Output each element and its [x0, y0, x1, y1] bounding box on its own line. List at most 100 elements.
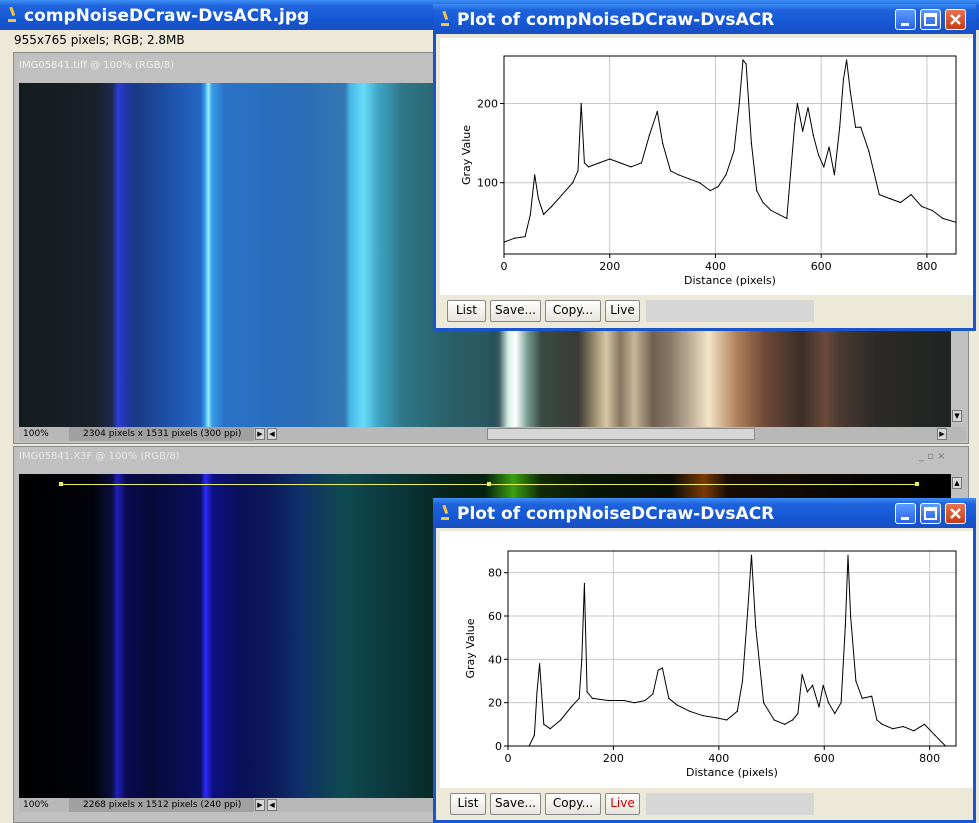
x-tick-label: 800	[919, 752, 940, 765]
plot-frame	[507, 550, 957, 747]
copy-button[interactable]: Copy...	[545, 300, 601, 322]
line-handle-start[interactable]	[59, 482, 63, 486]
plot-bottom-title: Plot of compNoiseDCraw-DvsACR	[457, 504, 775, 524]
maximize-button[interactable]	[920, 503, 941, 524]
data-point	[586, 691, 588, 693]
horizontal-scroll-thumb[interactable]	[487, 428, 755, 440]
data-point	[763, 702, 765, 704]
scroll-left-arrow[interactable]: ◀	[267, 428, 277, 440]
data-point	[756, 190, 758, 192]
data-point	[726, 719, 728, 721]
list-button[interactable]: List	[447, 300, 486, 322]
live-button-active[interactable]: Live	[605, 793, 640, 815]
close-button[interactable]	[945, 503, 966, 524]
data-point	[741, 680, 744, 682]
list-button[interactable]: List	[450, 793, 486, 815]
data-point	[524, 235, 526, 238]
data-point	[794, 122, 796, 124]
copy-button[interactable]: Copy...	[545, 793, 601, 815]
data-point	[750, 554, 753, 556]
close-icon	[950, 14, 961, 25]
y-axis-label: Gray Value	[460, 125, 473, 185]
data-point	[668, 697, 670, 699]
data-point	[543, 213, 545, 215]
data-point	[839, 126, 841, 128]
data-point	[656, 110, 658, 113]
plot-bottom-chart: 0 200 400 600 800 0 20 40 60 80 Distance (pixels) G…	[464, 550, 957, 779]
data-point	[845, 59, 848, 61]
save-button[interactable]: Save...	[490, 793, 541, 815]
data-point	[587, 166, 590, 168]
scroll-right-arrow[interactable]: ▶	[937, 428, 947, 440]
data-point	[910, 194, 912, 196]
data-point	[676, 704, 678, 706]
close-button[interactable]	[945, 9, 966, 30]
data-point	[797, 712, 799, 715]
data-point	[823, 166, 825, 168]
x-tick-label: 0	[505, 752, 512, 765]
data-point	[543, 723, 545, 725]
data-point	[812, 134, 814, 136]
data-point	[818, 706, 820, 708]
data-point	[652, 693, 654, 695]
line-handle-end[interactable]	[915, 482, 919, 486]
y-tick-label: 200	[477, 98, 498, 111]
data-point	[528, 745, 530, 747]
data-point	[578, 697, 580, 699]
line-handle-mid[interactable]	[487, 482, 491, 486]
data-point	[536, 691, 538, 693]
data-point	[847, 554, 849, 556]
data-point	[812, 684, 814, 686]
save-button[interactable]: Save...	[490, 300, 541, 322]
data-point	[717, 186, 719, 188]
x-tick-label: 600	[814, 752, 835, 765]
panel-window-controls[interactable]: _ ▫ ×	[919, 451, 946, 462]
data-point	[560, 719, 562, 721]
data-point	[572, 182, 574, 184]
data-point	[931, 209, 933, 212]
data-point	[747, 608, 749, 611]
y-tick-label: 40	[488, 653, 502, 666]
status-menu-arrow[interactable]: ▶	[255, 428, 265, 440]
data-point	[580, 102, 582, 105]
data-point	[609, 158, 611, 160]
data-point	[934, 734, 936, 736]
maximize-button[interactable]	[920, 9, 941, 30]
data-point	[633, 702, 636, 704]
top-status-bar: 100% 2304 pixels x 1531 pixels (300 ppi)…	[19, 427, 966, 441]
data-point	[871, 695, 873, 697]
data-point	[902, 725, 904, 728]
data-point	[786, 217, 788, 219]
data-point	[944, 745, 947, 747]
live-button[interactable]: Live	[605, 300, 640, 322]
plot-top-title-bar[interactable]: Plot of compNoiseDCraw-DvsACR	[433, 4, 976, 34]
data-point	[923, 723, 925, 725]
plot-window-bottom: Plot of compNoiseDCraw-DvsACR 0 200 400 600…	[433, 498, 976, 823]
minimize-button[interactable]	[895, 9, 916, 30]
data-point	[648, 134, 650, 136]
data-point	[750, 142, 753, 144]
data-point	[657, 669, 659, 671]
data-point	[513, 237, 516, 239]
data-point	[955, 221, 957, 223]
data-point	[577, 170, 579, 172]
plot-bottom-title-bar[interactable]: Plot of compNoiseDCraw-DvsACR	[433, 498, 976, 528]
x-axis-label: Distance (pixels)	[684, 274, 776, 287]
data-point	[755, 626, 757, 628]
minimize-button[interactable]	[895, 503, 916, 524]
data-point	[778, 213, 780, 215]
x-tick-label: 200	[599, 260, 620, 273]
scroll-up-arrow[interactable]: ▲	[952, 477, 962, 489]
scroll-down-arrow[interactable]: ▼	[952, 410, 962, 422]
data-point	[817, 154, 820, 156]
y-tick-label: 80	[488, 567, 502, 580]
scroll-left-arrow-bottom[interactable]: ◀	[267, 799, 277, 811]
data-point	[581, 658, 583, 660]
data-point	[834, 712, 836, 715]
plot-frame	[503, 55, 957, 255]
maximize-icon	[924, 13, 937, 26]
y-tick-label: 100	[477, 177, 498, 190]
status-menu-arrow-bottom[interactable]: ▶	[255, 799, 265, 811]
data-point	[591, 697, 593, 699]
data-point	[529, 213, 532, 215]
